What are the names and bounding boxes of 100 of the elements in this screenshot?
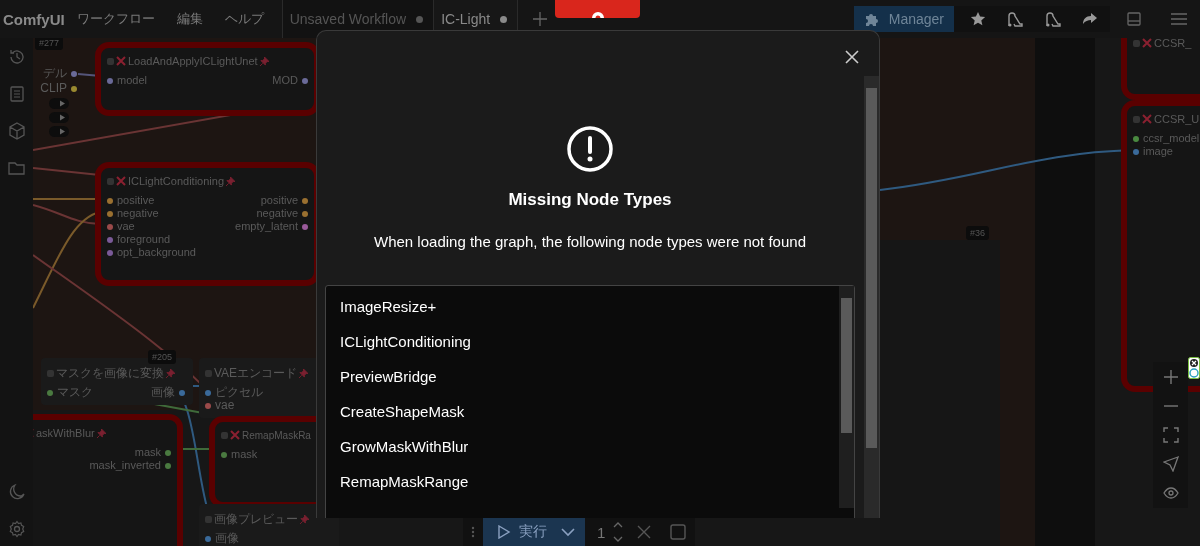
slot-dot[interactable] <box>71 70 77 77</box>
add-tab-icon[interactable] <box>532 11 549 27</box>
slot-dot[interactable] <box>107 223 113 230</box>
slot-dot[interactable] <box>107 197 113 204</box>
node-title: CCSR_U <box>1154 113 1200 125</box>
slot-dot[interactable] <box>107 249 113 256</box>
node-id-badge: #36 <box>966 226 990 240</box>
menu-item[interactable]: 編集 <box>176 10 203 28</box>
extension-icon[interactable] <box>1188 357 1200 379</box>
slot-dot[interactable] <box>302 77 308 84</box>
collapse-toggle[interactable] <box>1133 115 1140 123</box>
slot-label: negative <box>256 207 298 220</box>
vacuum-icon[interactable] <box>1044 10 1062 28</box>
missing-x-icon <box>230 430 240 440</box>
vacuum-icon[interactable] <box>1006 10 1024 28</box>
slot-label: opt_background <box>117 246 196 259</box>
folder-icon[interactable] <box>7 159 26 177</box>
dialog-message: When loading the graph, the following node types were not found <box>374 233 806 250</box>
node-title: RemapMaskRa <box>242 429 311 441</box>
play-toggle-icon[interactable] <box>49 126 69 137</box>
cube-icon[interactable] <box>7 122 26 140</box>
slot-dot[interactable] <box>165 449 171 456</box>
pin-icon <box>96 428 106 438</box>
history-icon[interactable] <box>7 48 26 66</box>
slot-dot[interactable] <box>302 223 308 230</box>
slot-label: デル <box>43 67 67 80</box>
slot-label: model <box>117 74 147 87</box>
node-id-badge: #205 <box>148 350 177 364</box>
slot-label: vae <box>117 220 135 233</box>
collapse-toggle[interactable] <box>107 57 114 65</box>
collapse-toggle[interactable] <box>221 431 228 439</box>
slot-label: CLIP <box>40 82 67 95</box>
node-type-name: PreviewBridge <box>340 367 438 387</box>
slot-dot[interactable] <box>1133 135 1139 142</box>
slot-label: vae <box>215 399 235 412</box>
slot-dot[interactable] <box>302 197 308 204</box>
send-icon[interactable] <box>1162 456 1179 473</box>
graph-node[interactable]: CCSR_ <box>1121 38 1200 100</box>
pin-icon <box>166 368 175 378</box>
graph-node[interactable]: askWithBlur mask mask_inverted <box>33 414 183 546</box>
slot-dot[interactable] <box>221 451 227 458</box>
scrollbar[interactable] <box>864 76 879 518</box>
caret-icon[interactable] <box>551 518 585 546</box>
slot-dot[interactable] <box>107 236 113 243</box>
close-icon[interactable] <box>845 50 859 64</box>
book-icon[interactable] <box>7 85 26 103</box>
slot-dot[interactable] <box>205 402 211 409</box>
slot-dot[interactable] <box>165 462 171 469</box>
settings-icon[interactable] <box>7 520 26 538</box>
menu-item[interactable]: ヘルプ <box>224 10 264 28</box>
missing-x-icon <box>116 56 126 66</box>
eye-icon[interactable] <box>1162 485 1179 502</box>
node-type-name: ICLightConditioning <box>340 332 472 352</box>
collapse-toggle[interactable] <box>107 177 114 185</box>
collapse-toggle[interactable] <box>205 515 212 523</box>
play-toggle-icon[interactable] <box>49 98 69 109</box>
slot-dot[interactable] <box>205 535 211 542</box>
slot-dot[interactable] <box>47 389 53 396</box>
zoom-in-icon[interactable] <box>1162 368 1179 385</box>
slot-dot[interactable] <box>107 77 113 84</box>
slot-label: MOD <box>272 74 298 87</box>
node-title: ICLightConditioning <box>128 175 224 187</box>
slot-dot[interactable] <box>179 389 185 396</box>
panel-icon[interactable] <box>1126 11 1142 27</box>
star-icon[interactable] <box>970 11 986 27</box>
slot-label: positive <box>117 194 155 207</box>
play-toggle-icon[interactable] <box>49 112 69 123</box>
batch-count-field[interactable]: 1 <box>585 523 610 541</box>
slot-dot[interactable] <box>1133 148 1139 155</box>
slot-label: image <box>1143 145 1173 158</box>
pin-icon <box>259 56 269 66</box>
slot-label: positive <box>260 194 298 207</box>
collapse-toggle[interactable] <box>205 369 212 377</box>
slot-label: mask <box>231 448 258 461</box>
missing-x-icon <box>1142 38 1152 48</box>
collapse-toggle[interactable] <box>47 369 54 377</box>
slot-label: mask <box>134 446 161 459</box>
slot-dot[interactable] <box>71 85 77 92</box>
node-title: LoadAndApplyICLightUnet <box>128 55 258 67</box>
moon-icon[interactable] <box>7 483 26 501</box>
slot-label: negative <box>117 207 159 220</box>
puzzle-icon <box>863 11 880 27</box>
scrollbar[interactable] <box>839 286 854 508</box>
menu-icon[interactable] <box>1170 11 1188 27</box>
app-logo: ComfyUI <box>2 10 66 28</box>
graph-node[interactable]: CCSR_U ccsr_model image <box>1121 100 1200 392</box>
slot-dot[interactable] <box>205 389 211 396</box>
collapse-toggle[interactable] <box>1133 39 1140 47</box>
slot-dot[interactable] <box>107 210 113 217</box>
menu-item[interactable]: ワークフロー <box>76 10 155 28</box>
play-icon <box>497 525 511 539</box>
slot-dot[interactable] <box>302 210 308 217</box>
fit-view-icon[interactable] <box>1162 426 1179 443</box>
node-title: CCSR_ <box>1154 38 1192 49</box>
manager-button[interactable]: Manager <box>853 6 954 32</box>
slot-label: ccsr_model <box>1143 132 1200 145</box>
notification-tab[interactable] <box>555 0 640 18</box>
run-button[interactable]: 実行 <box>483 518 551 546</box>
slot-label: empty_latent <box>235 220 298 233</box>
pin-icon <box>299 368 309 378</box>
